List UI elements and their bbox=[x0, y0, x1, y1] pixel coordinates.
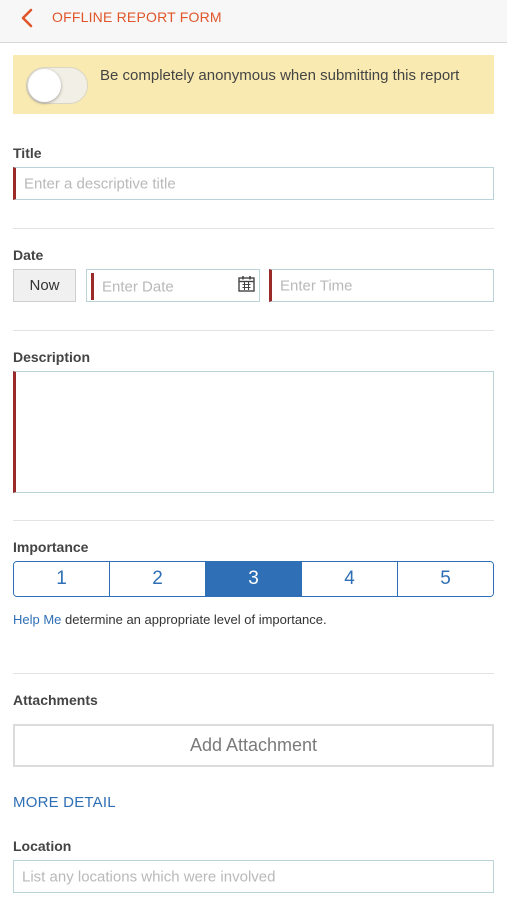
importance-option-5[interactable]: 5 bbox=[397, 562, 493, 596]
divider bbox=[13, 673, 494, 674]
date-placeholder: Enter Date bbox=[102, 278, 174, 295]
date-input-inner: Enter Date bbox=[91, 273, 255, 300]
chevron-left-icon[interactable] bbox=[16, 6, 40, 30]
importance-option-2[interactable]: 2 bbox=[109, 562, 205, 596]
title-input[interactable]: Enter a descriptive title bbox=[13, 167, 494, 200]
date-label: Date bbox=[13, 247, 44, 263]
importance-label: Importance bbox=[13, 539, 89, 555]
importance-option-4[interactable]: 4 bbox=[301, 562, 397, 596]
importance-option-1[interactable]: 1 bbox=[14, 562, 109, 596]
description-textarea[interactable] bbox=[13, 371, 494, 493]
importance-selector: 1 2 3 4 5 bbox=[13, 561, 494, 597]
location-input[interactable]: List any locations which were involved bbox=[13, 860, 494, 893]
toggle-knob bbox=[28, 69, 61, 102]
time-input[interactable]: Enter Time bbox=[269, 269, 494, 302]
title-placeholder: Enter a descriptive title bbox=[24, 175, 176, 192]
anonymous-banner: Be completely anonymous when submitting … bbox=[13, 55, 494, 114]
add-attachment-button[interactable]: Add Attachment bbox=[13, 724, 494, 767]
more-detail-link[interactable]: MORE DETAIL bbox=[13, 794, 116, 811]
divider bbox=[13, 228, 494, 229]
location-placeholder: List any locations which were involved bbox=[22, 868, 276, 885]
top-bar: OFFLINE REPORT FORM bbox=[0, 0, 507, 43]
anonymous-toggle[interactable] bbox=[26, 67, 88, 104]
time-placeholder: Enter Time bbox=[280, 277, 353, 294]
page-title: OFFLINE REPORT FORM bbox=[52, 9, 222, 25]
divider bbox=[13, 520, 494, 521]
now-button[interactable]: Now bbox=[13, 269, 76, 302]
help-me-link[interactable]: Help Me bbox=[13, 612, 61, 627]
description-label: Description bbox=[13, 349, 91, 365]
title-label: Title bbox=[13, 145, 42, 161]
help-text: determine an appropriate level of import… bbox=[61, 612, 327, 627]
attachments-label: Attachments bbox=[13, 692, 98, 708]
importance-option-3[interactable]: 3 bbox=[205, 562, 301, 596]
anonymous-label: Be completely anonymous when submitting … bbox=[100, 67, 460, 84]
date-input[interactable]: Enter Date bbox=[86, 269, 260, 302]
location-label: Location bbox=[13, 838, 72, 854]
calendar-icon[interactable] bbox=[238, 275, 255, 292]
importance-help: Help Me determine an appropriate level o… bbox=[13, 612, 327, 627]
divider bbox=[13, 330, 494, 331]
